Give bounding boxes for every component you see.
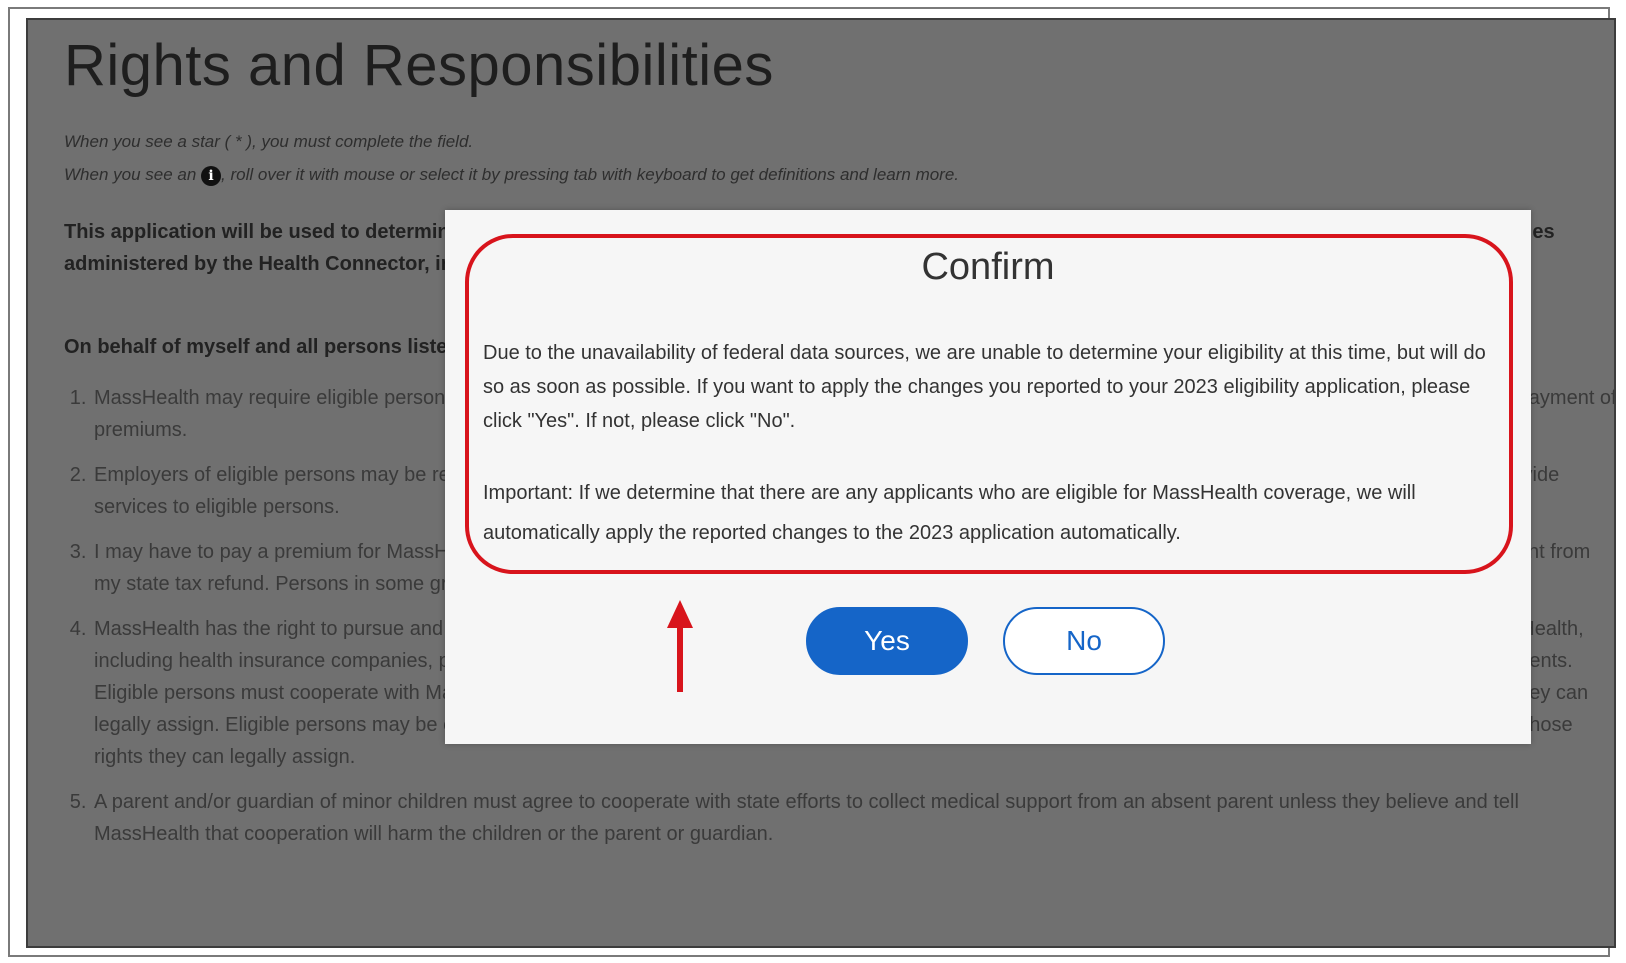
dialog-title: Confirm: [921, 246, 1055, 288]
confirm-dialog: Confirm Due to the unavailability of fed…: [445, 210, 1531, 744]
info-icon-hint: When you see an i, roll over it with mou…: [64, 165, 959, 186]
dialog-important-note: Important: If we determine that there ar…: [483, 482, 1416, 544]
required-field-hint: When you see a star ( * ), you must comp…: [64, 132, 474, 151]
info-hint-text-before: When you see an: [64, 165, 197, 184]
info-hint-text-after: , roll over it with mouse or select it b…: [221, 165, 960, 184]
yes-button[interactable]: Yes: [806, 607, 968, 675]
application-page: Rights and Responsibilities When you see…: [26, 18, 1616, 948]
page-title: Rights and Responsibilities: [64, 33, 774, 98]
info-icon: i: [201, 165, 222, 186]
dialog-message: Due to the unavailability of federal dat…: [483, 342, 1486, 432]
no-button[interactable]: No: [1003, 607, 1165, 675]
arrow-up-icon: [667, 600, 693, 692]
list-item: A parent and/or guardian of minor childr…: [92, 786, 1614, 850]
